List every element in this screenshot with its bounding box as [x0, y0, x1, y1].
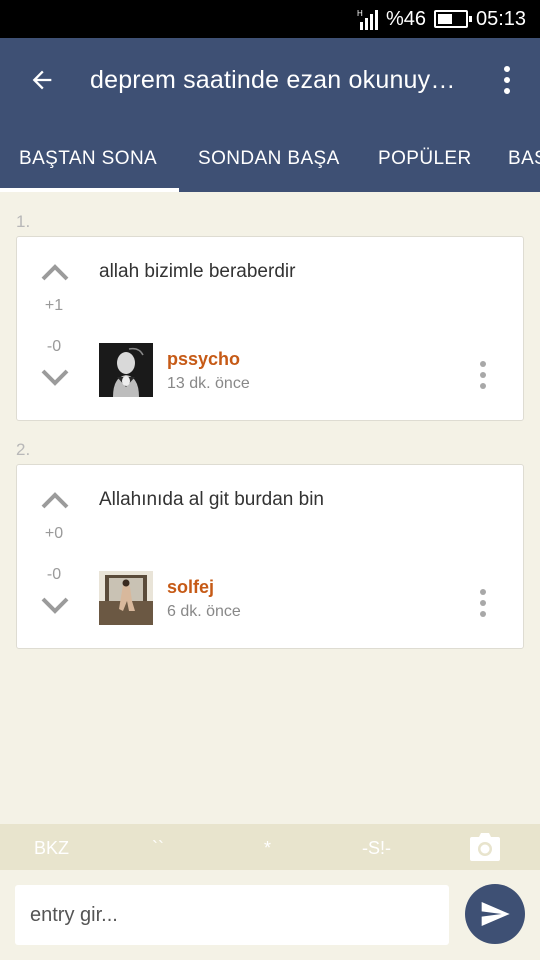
entry-time: 13 dk. önce [167, 375, 250, 392]
entry-number: 1. [16, 212, 31, 231]
entry-input[interactable] [15, 885, 449, 945]
downvote-count: -0 [46, 566, 62, 583]
send-button[interactable] [465, 884, 525, 944]
entry-menu-button[interactable] [475, 585, 491, 621]
send-icon [481, 902, 510, 926]
bkz-button[interactable]: BKZ [34, 838, 69, 859]
entry-text: Allahınıda al git burdan bin [99, 489, 324, 510]
upvote-count: +0 [44, 525, 64, 542]
app-bar: deprem saatinde ezan okunuy… [0, 38, 540, 122]
more-vert-icon [480, 361, 486, 367]
network-type: H [357, 9, 363, 18]
back-button[interactable] [20, 58, 64, 102]
avatar[interactable] [99, 343, 153, 397]
avatar[interactable] [99, 571, 153, 625]
clock: 05:13 [476, 8, 527, 30]
entry-card: +1 -0 allah bizimle beraberdir pssycho 1… [16, 236, 524, 421]
battery-icon [434, 10, 472, 28]
upvote-icon[interactable] [39, 487, 71, 513]
composer [0, 870, 540, 960]
format-toolbar: BKZ `` * -S!- [0, 824, 540, 870]
tab-bastan-sona[interactable]: BAŞTAN SONA [19, 148, 157, 170]
entry-text: allah bizimle beraberdir [99, 261, 296, 282]
tab-indicator [0, 188, 179, 192]
more-vert-icon [504, 66, 510, 72]
downvote-icon[interactable] [39, 593, 71, 619]
overflow-menu-button[interactable] [494, 60, 520, 100]
tab-bar: BAŞTAN SONA SONDAN BAŞA POPÜLER BAS [0, 122, 540, 192]
tab-sondan-basa[interactable]: SONDAN BAŞA [198, 148, 340, 170]
status-bar: H %46 05:13 [0, 0, 540, 38]
more-vert-icon [480, 589, 486, 595]
signal-icon: H [357, 9, 378, 30]
downvote-count: -0 [46, 338, 62, 355]
battery-percent: %46 [386, 8, 427, 30]
entry-number: 2. [16, 440, 31, 459]
author-link[interactable]: pssycho [167, 349, 240, 370]
tab-populer[interactable]: POPÜLER [378, 148, 472, 170]
arrow-left-icon [32, 70, 52, 90]
entry-menu-button[interactable] [475, 357, 491, 393]
entry-card: +0 -0 Allahınıda al git burdan bin solfe… [16, 464, 524, 649]
page-title: deprem saatinde ezan okunuy… [90, 66, 456, 94]
author-link[interactable]: solfej [167, 577, 214, 598]
spoiler-button[interactable]: -S!- [362, 838, 391, 859]
upvote-icon[interactable] [39, 259, 71, 285]
backtick-button[interactable]: `` [152, 838, 164, 859]
tab-more[interactable]: BAS [508, 148, 540, 170]
downvote-icon[interactable] [39, 365, 71, 391]
upvote-count: +1 [44, 297, 64, 314]
entry-time: 6 dk. önce [167, 603, 241, 620]
camera-icon[interactable] [469, 832, 501, 862]
star-button[interactable]: * [264, 838, 271, 859]
